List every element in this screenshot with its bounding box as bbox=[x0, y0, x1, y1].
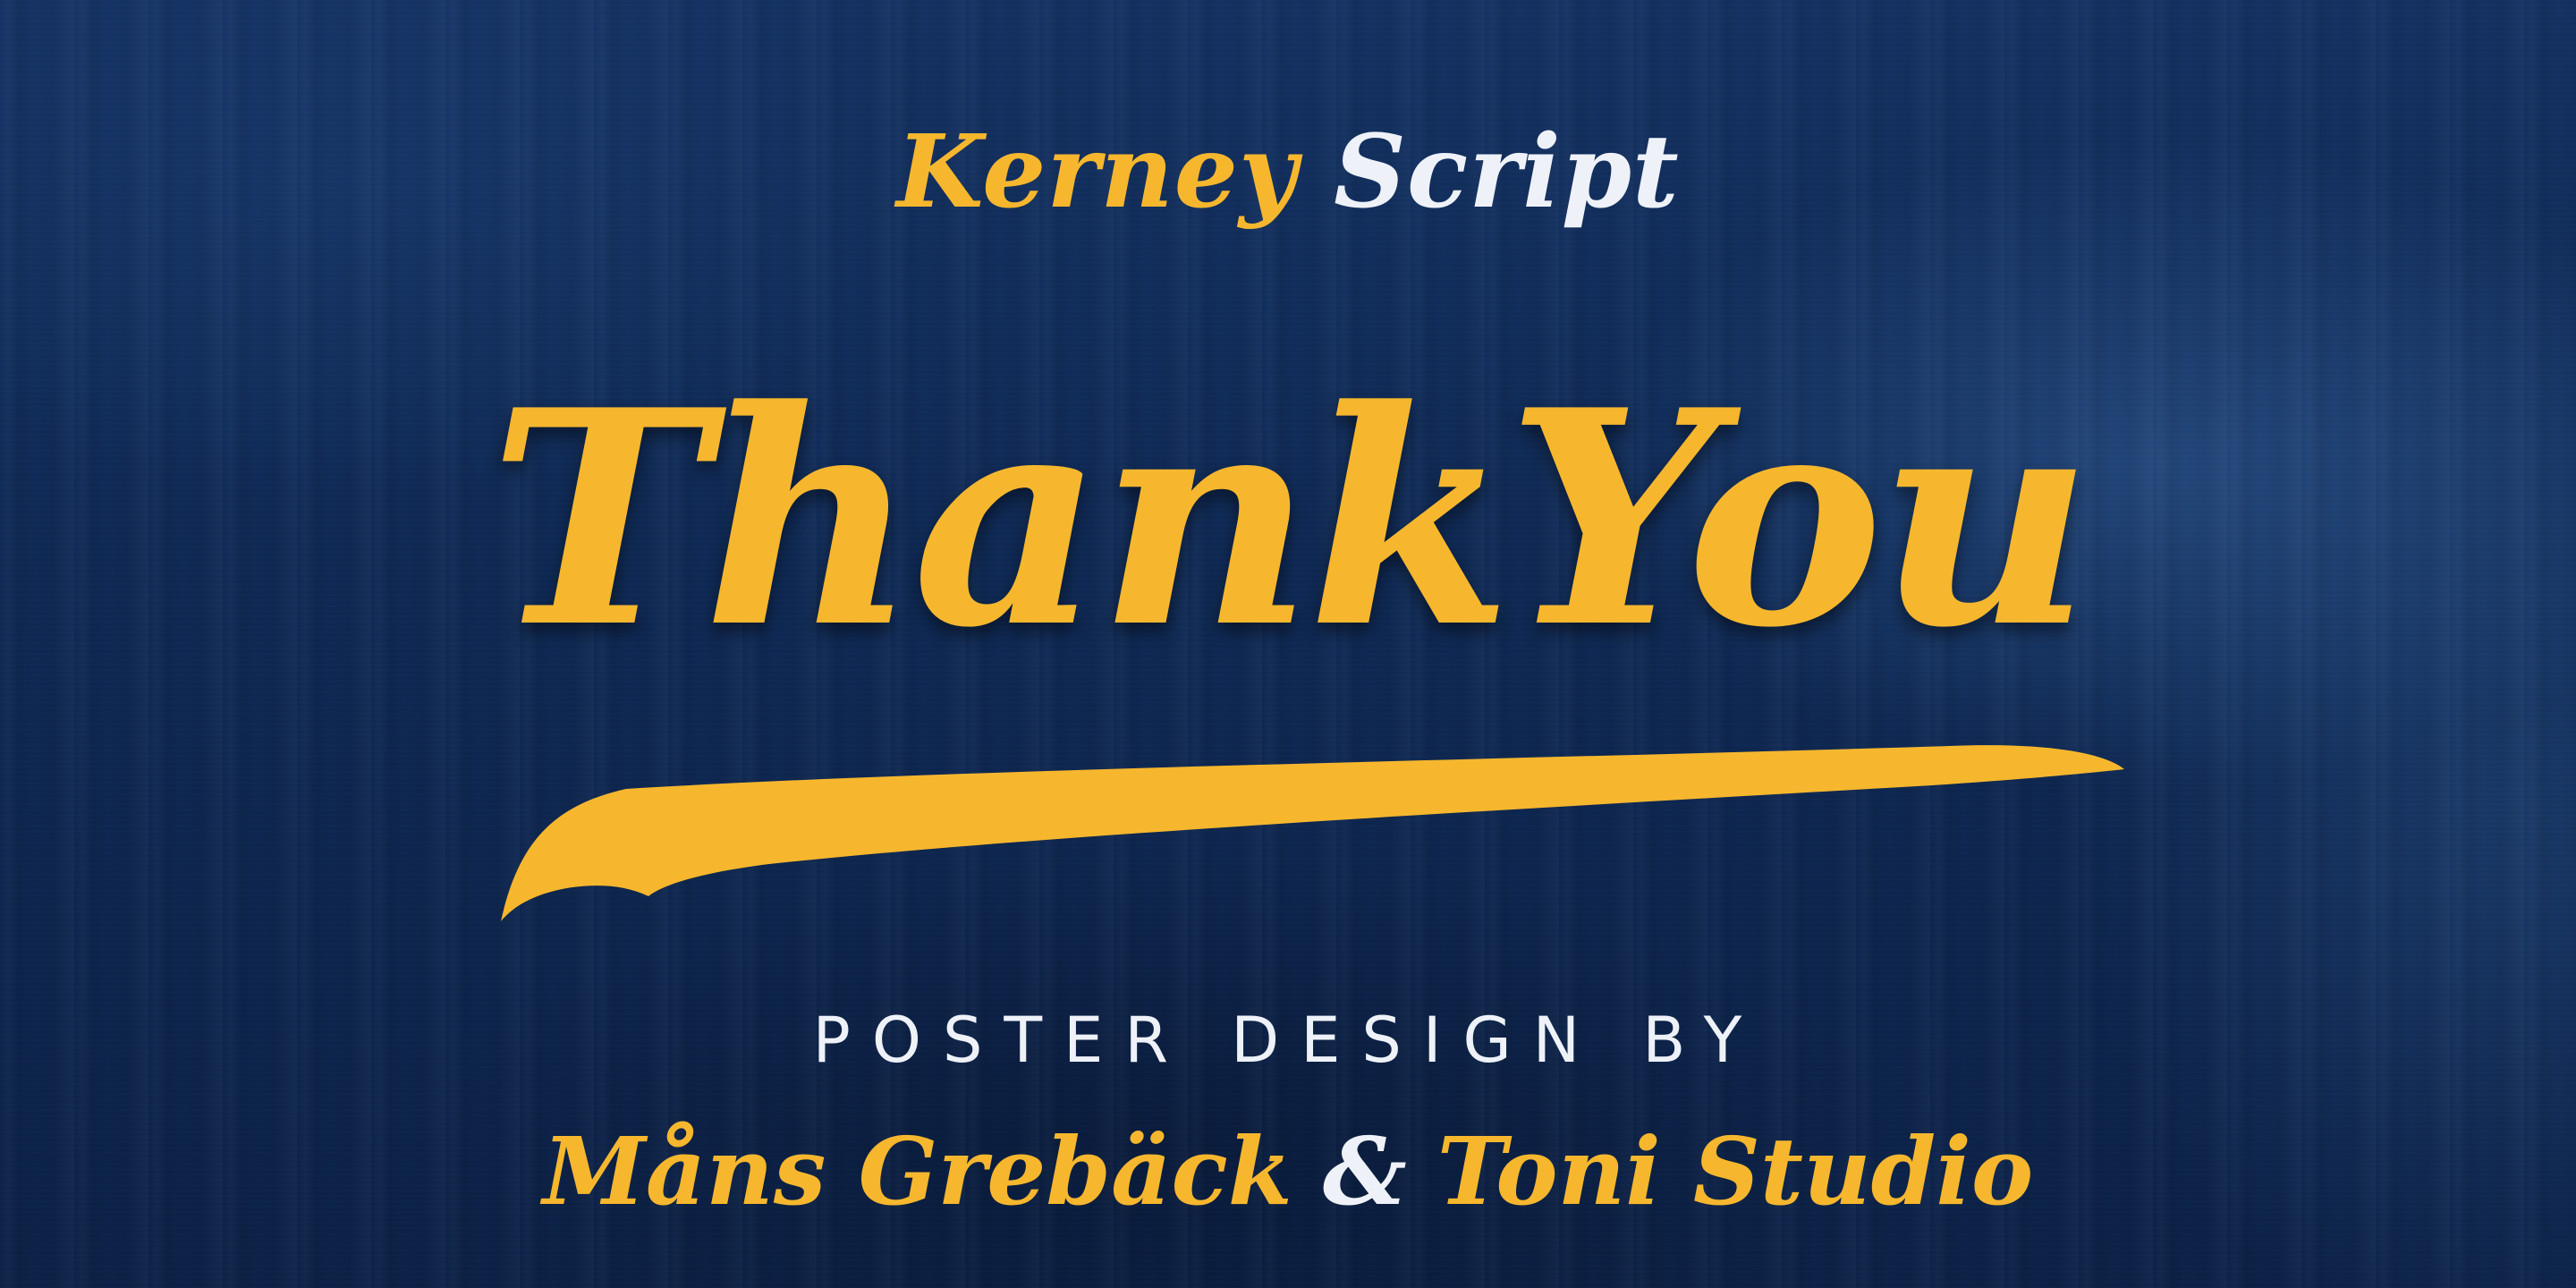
designer-credits: Måns Grebäck & Toni Studio bbox=[0, 1114, 2576, 1230]
poster: Kerney Script ThankYou POSTER DESIGN BY … bbox=[0, 0, 2576, 1288]
font-name-second-word: Script bbox=[1334, 114, 1680, 231]
tail-swash bbox=[501, 745, 2124, 921]
font-name-first-word: Kerney bbox=[896, 114, 1299, 231]
main-headline: ThankYou bbox=[488, 345, 2093, 692]
poster-design-by-label: POSTER DESIGN BY bbox=[812, 1004, 1764, 1077]
font-name-heading: Kerney Script bbox=[0, 106, 2576, 240]
designer-name-two: Toni Studio bbox=[1436, 1116, 2034, 1226]
designer-name-one: Måns Grebäck bbox=[542, 1116, 1292, 1226]
ampersand: & bbox=[1322, 1116, 1407, 1226]
